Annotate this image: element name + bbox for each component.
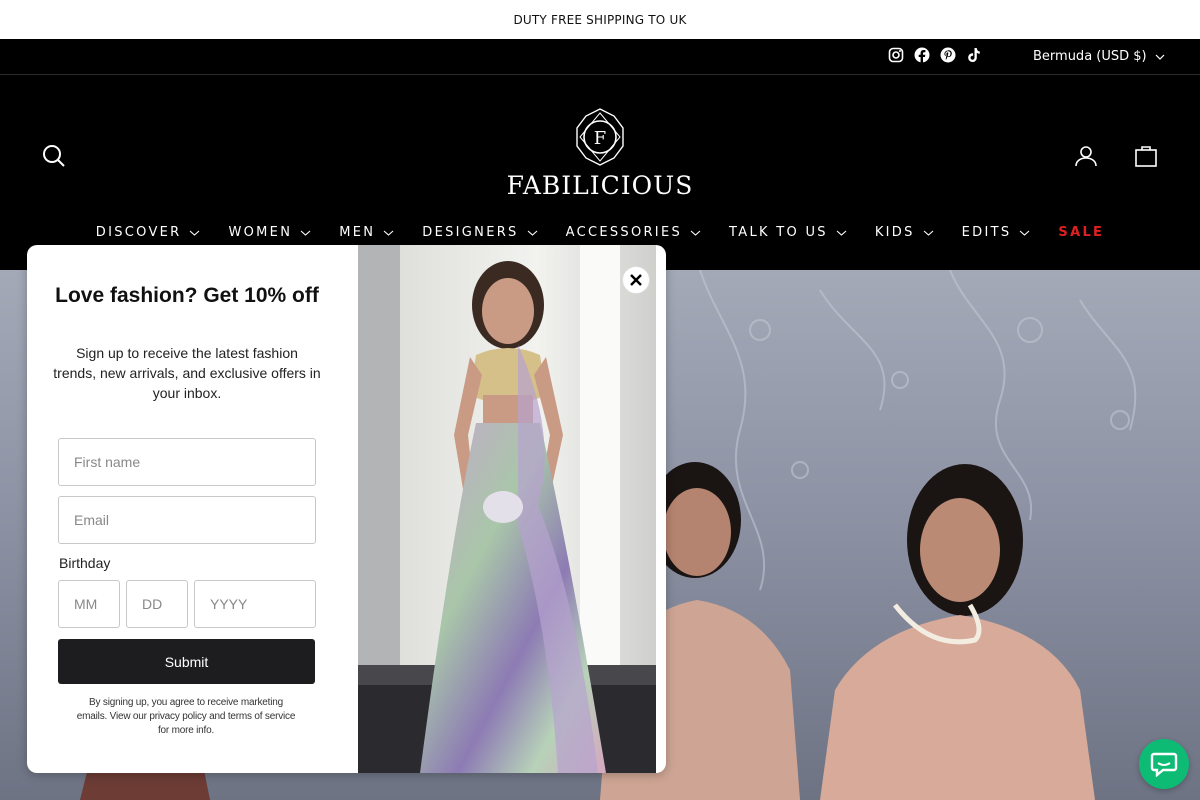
search-icon[interactable] [41, 143, 67, 169]
nav-label: TALK TO US [729, 224, 828, 240]
birthday-year-field[interactable] [194, 580, 316, 628]
legal-disclaimer: By signing up, you agree to receive mark… [76, 697, 296, 736]
birthday-label: Birthday [59, 555, 111, 571]
chevron-down-icon [527, 230, 537, 236]
signup-form: Love fashion? Get 10% off Sign up to rec… [27, 245, 358, 773]
nav-item-designers[interactable]: DESIGNERS [422, 221, 537, 243]
nav-item-discover[interactable]: DISCOVER [96, 221, 201, 243]
tiktok-icon[interactable] [966, 47, 982, 63]
announcement-bar: DUTY FREE SHIPPING TO UK [0, 0, 1200, 39]
brand-name: FABILICIOUS [506, 171, 694, 200]
first-name-field[interactable] [58, 438, 316, 486]
nav-label: MEN [339, 224, 376, 240]
nav-item-men[interactable]: MEN [339, 221, 394, 243]
chevron-down-icon [1155, 54, 1165, 60]
currency-label: Bermuda (USD $) [1033, 49, 1147, 64]
pinterest-icon[interactable] [940, 47, 956, 63]
chevron-down-icon [690, 230, 701, 236]
nav-label: KIDS [874, 224, 915, 240]
nav-label: SALE [1058, 224, 1105, 240]
logo-letter: F [594, 128, 607, 149]
popup-title: Love fashion? Get 10% off [55, 284, 319, 307]
nav-item-edits[interactable]: EDITS [962, 221, 1031, 243]
nav-label: ACCESSORIES [565, 224, 683, 240]
chevron-down-icon [836, 230, 847, 236]
cart-icon[interactable] [1133, 143, 1159, 169]
chevron-down-icon [1020, 230, 1030, 236]
nav-item-accessories[interactable]: ACCESSORIES [566, 221, 701, 243]
close-popup-button[interactable] [622, 266, 650, 294]
popup-subtitle: Sign up to receive the latest fashion tr… [53, 345, 321, 401]
chevron-down-icon [190, 230, 200, 236]
brand-logo[interactable]: F FABILICIOUS [500, 107, 700, 203]
main-navigation: DISCOVER WOMEN MEN DESIGNERS ACCESSORIES… [0, 221, 1200, 243]
chat-icon [1150, 752, 1178, 777]
nav-item-women[interactable]: WOMEN [228, 221, 311, 243]
chevron-down-icon [383, 230, 394, 236]
submit-button[interactable]: Submit [58, 639, 315, 684]
email-field[interactable] [58, 496, 316, 544]
currency-selector[interactable]: Bermuda (USD $) [1033, 49, 1165, 64]
birthday-day-field[interactable] [126, 580, 188, 628]
model-photo [358, 245, 656, 773]
popup-model-image [358, 245, 656, 773]
nav-item-talk-to-us[interactable]: TALK TO US [729, 221, 847, 243]
nav-label: WOMEN [228, 224, 293, 240]
chevron-down-icon [923, 230, 934, 236]
site-header: F FABILICIOUS DISCOVER WOMEN MEN DESIGNE… [0, 75, 1200, 270]
newsletter-popup: Love fashion? Get 10% off Sign up to rec… [27, 245, 666, 773]
close-icon [630, 274, 642, 286]
account-icon[interactable] [1073, 143, 1099, 169]
chevron-down-icon [300, 230, 311, 236]
instagram-icon[interactable] [888, 47, 904, 63]
social-links [888, 47, 982, 63]
utility-bar: Bermuda (USD $) [0, 39, 1200, 75]
birthday-month-field[interactable] [58, 580, 120, 628]
logo-emblem-icon: F [576, 108, 624, 166]
nav-label: EDITS [961, 224, 1012, 240]
nav-item-sale[interactable]: SALE [1058, 221, 1104, 243]
nav-label: DESIGNERS [422, 224, 519, 240]
nav-item-kids[interactable]: KIDS [875, 221, 934, 243]
chat-widget-button[interactable] [1139, 739, 1189, 789]
announcement-text: DUTY FREE SHIPPING TO UK [513, 12, 687, 27]
nav-label: DISCOVER [95, 224, 182, 240]
facebook-icon[interactable] [914, 47, 930, 63]
